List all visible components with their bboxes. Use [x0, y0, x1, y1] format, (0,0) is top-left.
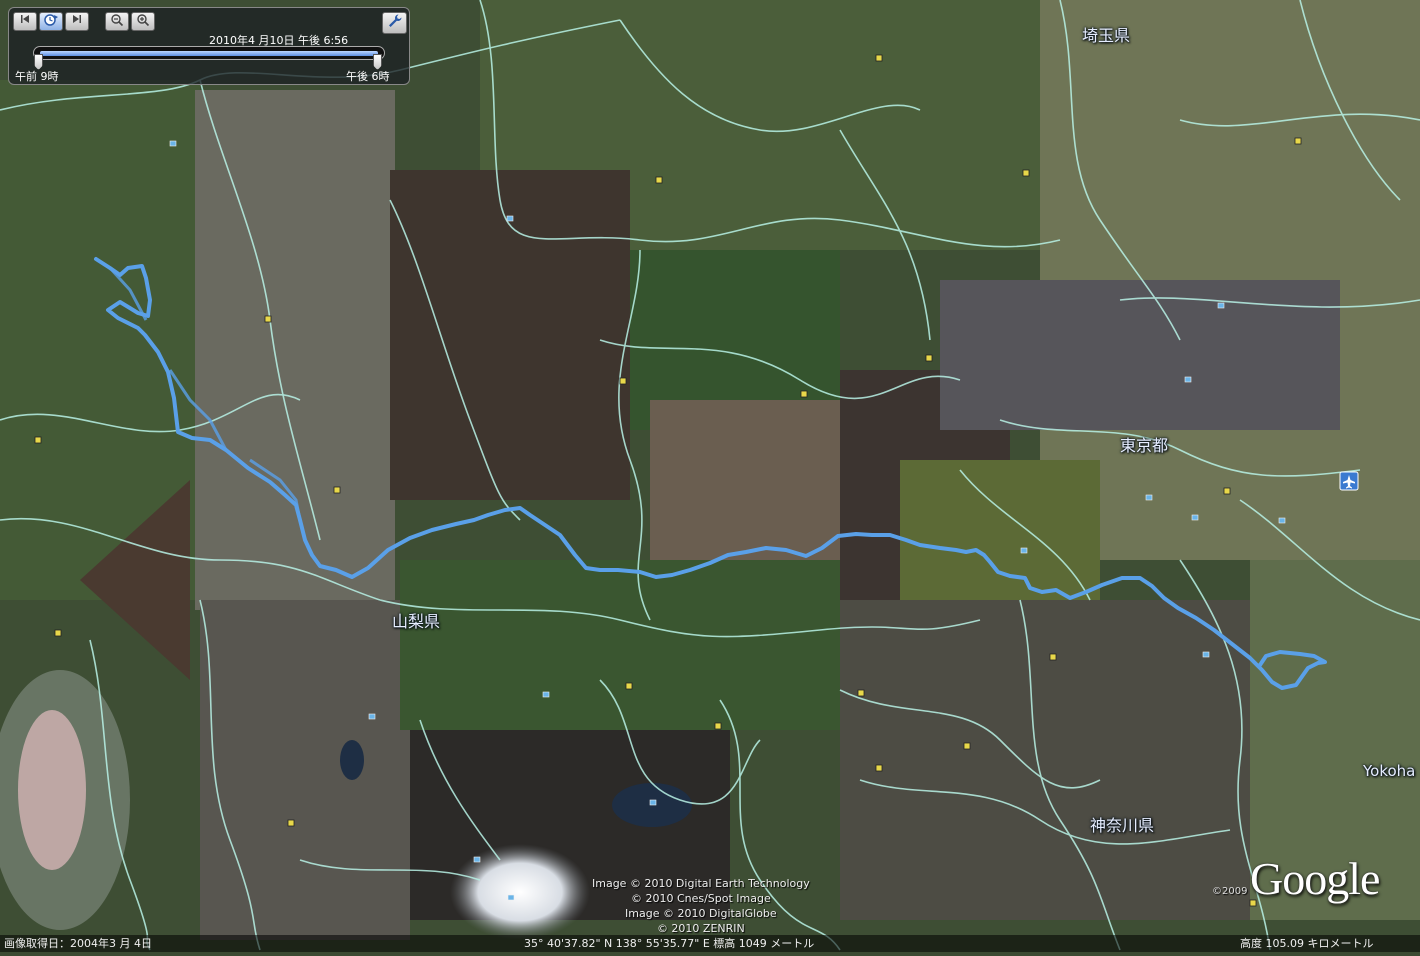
zoom-out-button[interactable]: [105, 12, 129, 31]
terrain-green-south: [400, 560, 840, 730]
terrain-sagami: [840, 600, 1250, 920]
airplane-icon[interactable]: [1339, 471, 1359, 491]
terrain-tokyo-west: [940, 280, 1340, 430]
skip-forward-button[interactable]: [65, 12, 89, 31]
skip-forward-icon: [73, 15, 81, 23]
imagery-attribution: Image © 2010 Digital Earth Technology © …: [592, 876, 810, 936]
place-label-saitama: 埼玉県: [1082, 26, 1131, 45]
place-label-kanagawa: 神奈川県: [1090, 816, 1155, 835]
status-bar: 画像取得日：2004年3 月 4日 35° 40'37.82" N 138° 5…: [0, 935, 1420, 952]
time-start-label: 午前 9時: [15, 70, 59, 83]
terrain-south-west: [200, 600, 410, 940]
mount-fuji-snow: [450, 844, 590, 940]
copyright-year: ©2009: [1212, 886, 1248, 897]
eye-altitude: 高度 105.09 キロメートル: [1240, 937, 1374, 950]
skip-back-button[interactable]: [13, 12, 37, 31]
settings-button[interactable]: [382, 12, 407, 34]
attribution-line: © 2010 ZENRIN: [656, 922, 745, 935]
time-slider-track[interactable]: [33, 46, 385, 60]
skip-back-icon: [21, 15, 29, 23]
satellite-map[interactable]: 埼玉県 東京都 山梨県 神奈川県 Yokoha: [0, 0, 1420, 952]
zoom-in-icon: [137, 14, 150, 27]
time-slider-panel: 2010年4 月10日 午後 6:56 午前 9時 午後 6時: [8, 7, 410, 85]
wrench-icon: [388, 14, 402, 27]
imagery-date: 画像取得日：2004年3 月 4日: [4, 937, 152, 950]
place-label-tokyo: 東京都: [1120, 436, 1169, 455]
attribution-line: Image © 2010 Digital Earth Technology: [592, 877, 810, 890]
lake-motosu: [340, 740, 364, 780]
place-label-yamanashi: 山梨県: [392, 612, 441, 631]
attribution-line: Image © 2010 DigitalGlobe: [625, 907, 777, 920]
attribution-line: © 2010 Cnes/Spot Image: [630, 892, 771, 905]
time-slider-fill: [40, 51, 378, 56]
zoom-in-button[interactable]: [131, 12, 155, 31]
clock-play-icon: [44, 14, 58, 26]
place-label-yokohama: Yokoha: [1363, 762, 1416, 780]
time-end-label: 午後 6時: [346, 70, 390, 83]
clock-play-button[interactable]: [39, 12, 63, 31]
terrain-valley: [195, 90, 395, 610]
zoom-out-icon: [111, 14, 124, 27]
pointer-coordinates: 35° 40'37.82" N 138° 55'35.77" E 標高 1049…: [524, 937, 815, 950]
google-logo: Google: [1250, 853, 1380, 904]
